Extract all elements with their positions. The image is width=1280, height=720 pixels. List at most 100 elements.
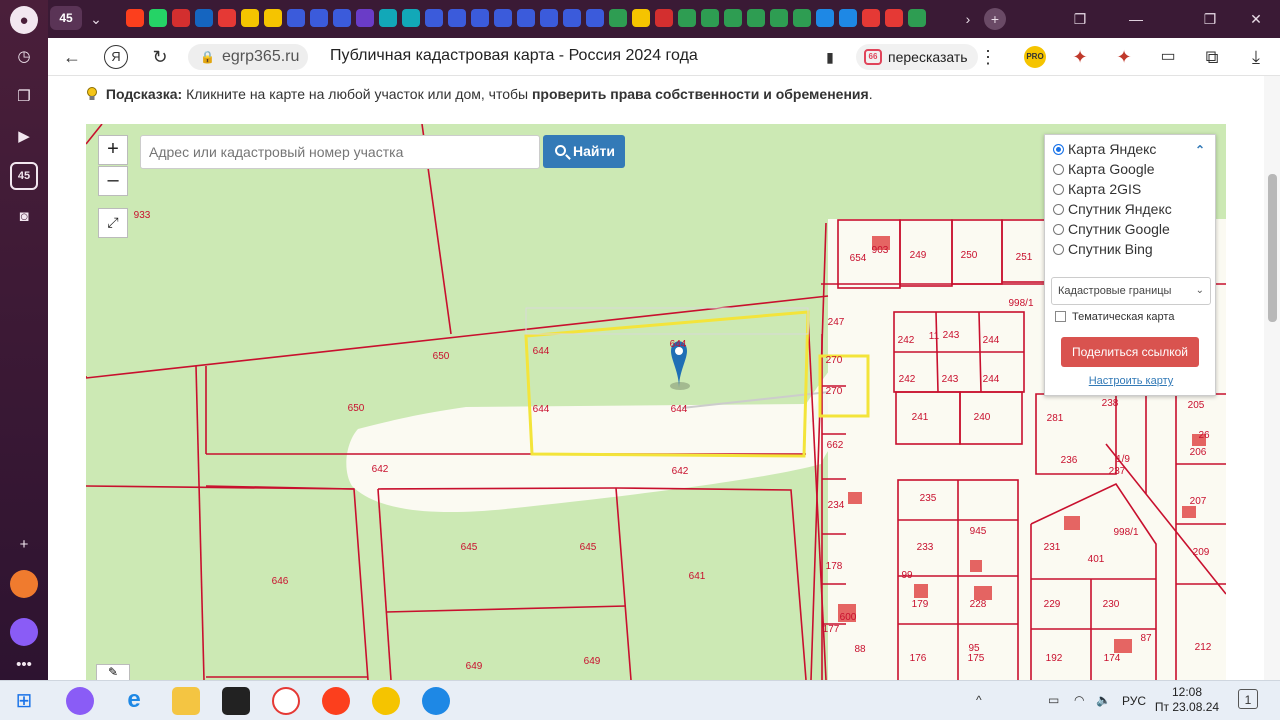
history-icon[interactable]: ◷ xyxy=(10,42,38,70)
tab-favicon-icon[interactable] xyxy=(724,9,742,27)
yandex-icon[interactable]: Я xyxy=(104,45,128,69)
chevron-right-icon[interactable]: › xyxy=(956,8,980,30)
more-icon[interactable]: ••• xyxy=(10,650,38,678)
chevron-down-icon[interactable]: ⌄ xyxy=(84,8,108,30)
tab-group-counter[interactable]: 45 xyxy=(50,6,82,30)
extension-icon[interactable]: ✦ xyxy=(1068,45,1092,69)
video-icon[interactable]: ▶ xyxy=(10,122,38,150)
menu-icon[interactable]: ⋮ xyxy=(976,45,1000,69)
layer-option[interactable]: Карта Яндекс xyxy=(1053,141,1156,159)
retell-button[interactable]: 66 пересказать xyxy=(856,44,978,70)
tab-favicon-icon[interactable] xyxy=(126,9,144,27)
reload-icon[interactable]: ↻ xyxy=(148,45,172,69)
tab-favicon-icon[interactable] xyxy=(678,9,696,27)
counter-icon[interactable]: 45 xyxy=(10,162,38,190)
tab-favicon-icon[interactable] xyxy=(908,9,926,27)
tab-favicon-icon[interactable] xyxy=(448,9,466,27)
close-icon[interactable]: ✕ xyxy=(1244,8,1268,30)
tab-favicon-icon[interactable] xyxy=(839,9,857,27)
chevron-up-icon[interactable]: ⌃ xyxy=(1195,143,1209,157)
tab-favicon-icon[interactable] xyxy=(310,9,328,27)
find-button[interactable]: Найти xyxy=(543,135,625,168)
battery-icon[interactable]: ▭ xyxy=(1156,45,1180,69)
radio-button[interactable] xyxy=(1053,184,1064,195)
pro-badge[interactable]: PRO xyxy=(1024,46,1046,68)
address-search-input[interactable] xyxy=(140,135,540,169)
tab-favicon-icon[interactable] xyxy=(632,9,650,27)
pencil-icon[interactable]: ✎ xyxy=(96,664,130,680)
zoom-in-button[interactable]: + xyxy=(98,135,128,165)
clock[interactable]: 12:08 Пт 23.08.24 xyxy=(1152,685,1222,715)
tab-favicon-icon[interactable] xyxy=(770,9,788,27)
new-tab-icon[interactable]: + xyxy=(984,8,1006,30)
fullscreen-icon[interactable]: ⤢ xyxy=(98,208,128,238)
restore-icon[interactable]: ❐ xyxy=(1198,8,1222,30)
profile-icon[interactable]: ● xyxy=(10,6,38,34)
setup-map-link[interactable]: Настроить карту xyxy=(1045,375,1217,387)
checkbox-box[interactable] xyxy=(1055,311,1066,322)
tab-favicon-icon[interactable] xyxy=(471,9,489,27)
tab-favicon-icon[interactable] xyxy=(149,9,167,27)
minimize-icon[interactable]: — xyxy=(1124,8,1148,30)
tab-favicon-icon[interactable] xyxy=(356,9,374,27)
alice-icon[interactable] xyxy=(10,618,38,646)
scroll-thumb[interactable] xyxy=(1268,174,1277,322)
back-icon[interactable]: ← xyxy=(60,45,84,69)
tab-favicon-icon[interactable] xyxy=(425,9,443,27)
tab-favicon-icon[interactable] xyxy=(195,9,213,27)
radio-button[interactable] xyxy=(1053,224,1064,235)
download-icon[interactable]: ⤓ xyxy=(1244,45,1268,69)
tab-favicon-icon[interactable] xyxy=(563,9,581,27)
tab-favicon-icon[interactable] xyxy=(241,9,259,27)
cadastral-map[interactable]: 933 650 650 644 644 644 644 642 642 645 645 646 641 6… xyxy=(86,124,1226,680)
chevron-up-icon[interactable]: ^ xyxy=(976,693,982,707)
page-scrollbar[interactable] xyxy=(1264,76,1280,680)
tab-favicon-icon[interactable] xyxy=(885,9,903,27)
tab-favicon-icon[interactable] xyxy=(747,9,765,27)
radio-button[interactable] xyxy=(1053,204,1064,215)
tab-favicon-icon[interactable] xyxy=(287,9,305,27)
radio-button[interactable] xyxy=(1053,244,1064,255)
layer-option[interactable]: Спутник Яндекс xyxy=(1053,201,1172,219)
app-icon[interactable] xyxy=(10,570,38,598)
tab-favicon-icon[interactable] xyxy=(586,9,604,27)
zoom-out-button[interactable]: – xyxy=(98,166,128,196)
url-field[interactable]: 🔒 egrp365.ru xyxy=(188,44,308,70)
tab-favicon-icon[interactable] xyxy=(172,9,190,27)
mail-icon[interactable] xyxy=(222,687,250,715)
yandex-browser-icon[interactable] xyxy=(272,687,300,715)
radio-button[interactable] xyxy=(1053,144,1064,155)
tabs-icon[interactable]: ❐ xyxy=(1068,8,1092,30)
app-icon[interactable] xyxy=(422,687,450,715)
volume-icon[interactable]: 🔈 xyxy=(1096,693,1111,707)
yandex-market-icon[interactable] xyxy=(372,687,400,715)
wifi-icon[interactable]: ◠ xyxy=(1074,693,1084,707)
layer-option[interactable]: Карта Google xyxy=(1053,161,1155,179)
add-icon[interactable]: + xyxy=(10,530,38,558)
tab-favicon-icon[interactable] xyxy=(333,9,351,27)
layer-option[interactable]: Спутник Google xyxy=(1053,221,1170,239)
share-link-button[interactable]: Поделиться ссылкой xyxy=(1061,337,1199,367)
tab-favicon-icon[interactable] xyxy=(793,9,811,27)
tab-favicon-icon[interactable] xyxy=(218,9,236,27)
screenshot-icon[interactable]: ◙ xyxy=(10,202,38,230)
language-indicator[interactable]: РУС xyxy=(1122,694,1146,708)
bookmark-icon[interactable]: ▮ xyxy=(818,45,842,69)
thematic-checkbox[interactable]: Тематическая карта xyxy=(1055,311,1174,323)
windows-start-icon[interactable]: ⊞ xyxy=(10,687,38,715)
radio-button[interactable] xyxy=(1053,164,1064,175)
tab-favicon-icon[interactable] xyxy=(609,9,627,27)
tab-favicon-icon[interactable] xyxy=(264,9,282,27)
collections-icon[interactable]: ❐ xyxy=(10,82,38,110)
tab-favicon-icon[interactable] xyxy=(517,9,535,27)
tab-favicon-icon[interactable] xyxy=(402,9,420,27)
explorer-icon[interactable] xyxy=(172,687,200,715)
notifications-icon[interactable]: 1 xyxy=(1238,689,1258,709)
tab-favicon-icon[interactable] xyxy=(379,9,397,27)
extension-icon[interactable]: ✦ xyxy=(1112,45,1136,69)
tab-favicon-icon[interactable] xyxy=(655,9,673,27)
extensions-icon[interactable]: ⧉ xyxy=(1200,45,1224,69)
boundary-select[interactable]: Кадастровые границы ⌄ xyxy=(1051,277,1211,305)
tab-favicon-icon[interactable] xyxy=(862,9,880,27)
tab-favicon-icon[interactable] xyxy=(701,9,719,27)
